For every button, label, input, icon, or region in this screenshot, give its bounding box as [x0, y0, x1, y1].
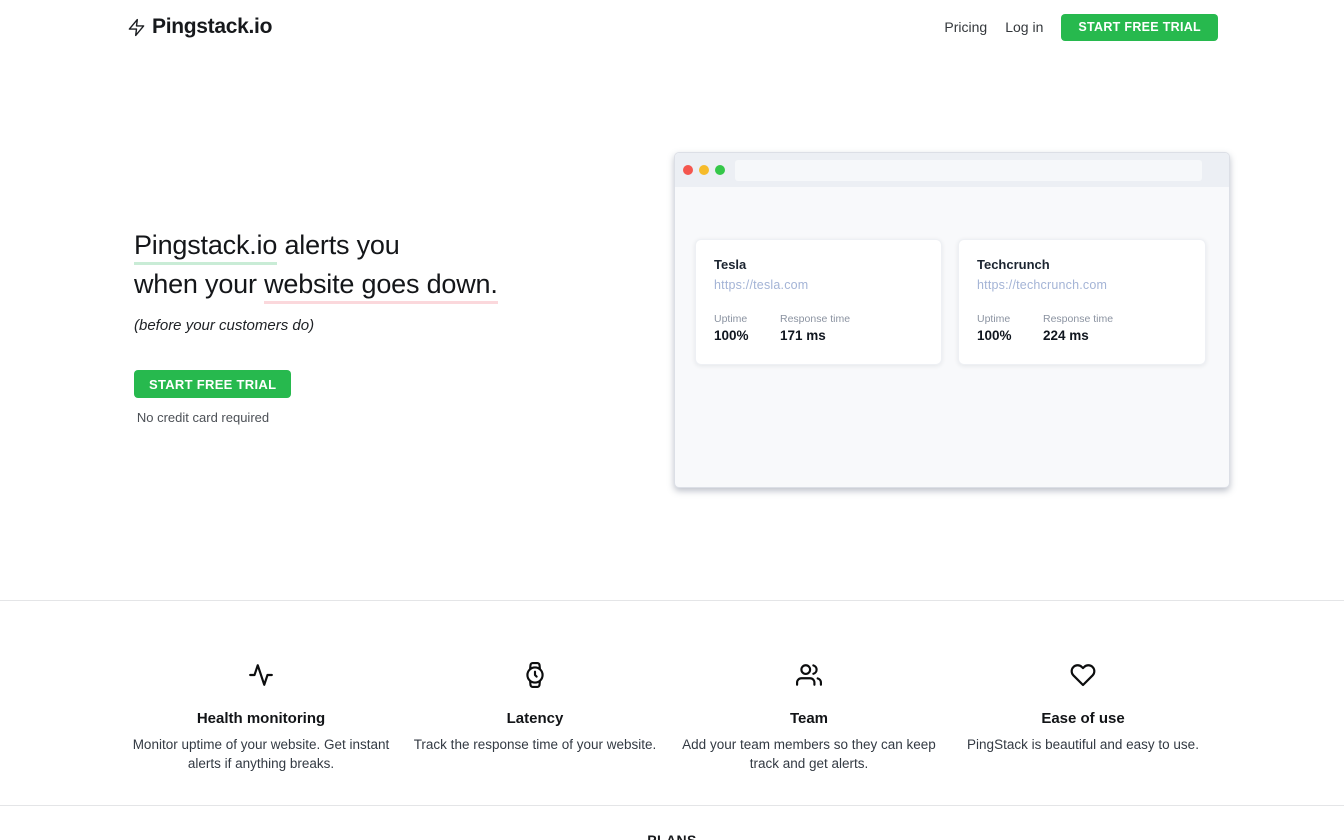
- feature-latency: Latency Track the response time of your …: [398, 601, 672, 773]
- hero-copy: Pingstack.io alerts you when your website…: [134, 226, 498, 425]
- feature-team: Team Add your team members so they can k…: [672, 601, 946, 773]
- features-section: Health monitoring Monitor uptime of your…: [0, 600, 1344, 805]
- start-free-trial-button-hero[interactable]: START FREE TRIAL: [134, 370, 291, 398]
- site-url: https://techcrunch.com: [977, 278, 1187, 292]
- hero-title: Pingstack.io alerts you when your website…: [134, 226, 498, 304]
- main-nav: Pricing Log in START FREE TRIAL: [944, 14, 1218, 41]
- response-time-label: Response time: [1043, 313, 1113, 325]
- plans-section-label: PLANS: [0, 806, 1344, 840]
- site-url: https://tesla.com: [714, 278, 923, 292]
- nav-link-pricing[interactable]: Pricing: [944, 19, 987, 35]
- site-name: Tesla: [714, 257, 923, 272]
- feature-description: Monitor uptime of your website. Get inst…: [132, 735, 390, 773]
- response-time-stat: Response time 224 ms: [1043, 313, 1113, 343]
- browser-chrome: [675, 153, 1229, 187]
- feature-title: Team: [672, 710, 946, 727]
- address-bar: [735, 160, 1202, 181]
- response-time-label: Response time: [780, 313, 850, 325]
- feature-description: Track the response time of your website.: [406, 735, 664, 754]
- header: Pingstack.io Pricing Log in START FREE T…: [0, 0, 1344, 54]
- uptime-stat: Uptime 100%: [714, 313, 780, 343]
- uptime-stat: Uptime 100%: [977, 313, 1043, 343]
- close-window-dot-icon: [683, 165, 693, 175]
- feature-health-monitoring: Health monitoring Monitor uptime of your…: [124, 601, 398, 773]
- zap-icon: [127, 17, 146, 38]
- uptime-label: Uptime: [977, 313, 1043, 325]
- feature-title: Latency: [398, 710, 672, 727]
- minimize-window-dot-icon: [699, 165, 709, 175]
- monitor-card-techcrunch: Techcrunch https://techcrunch.com Uptime…: [958, 239, 1206, 365]
- hero-section: Pingstack.io alerts you when your website…: [0, 54, 1344, 600]
- brand-name: Pingstack.io: [152, 15, 272, 39]
- hero-title-rest-1: alerts you: [277, 230, 399, 260]
- site-name: Techcrunch: [977, 257, 1187, 272]
- feature-description: Add your team members so they can keep t…: [680, 735, 938, 773]
- nav-link-login[interactable]: Log in: [1005, 19, 1043, 35]
- response-time-value: 224 ms: [1043, 328, 1113, 343]
- feature-title: Ease of use: [946, 710, 1220, 727]
- feature-ease-of-use: Ease of use PingStack is beautiful and e…: [946, 601, 1220, 773]
- plans-section: PLANS: [0, 805, 1344, 840]
- features-grid: Health monitoring Monitor uptime of your…: [124, 601, 1220, 773]
- hero-subtext: (before your customers do): [134, 317, 498, 334]
- no-credit-card-note: No credit card required: [134, 410, 272, 425]
- activity-icon: [248, 675, 274, 692]
- response-time-value: 171 ms: [780, 328, 850, 343]
- monitor-cards: Tesla https://tesla.com Uptime 100% Resp…: [695, 239, 1206, 365]
- uptime-value: 100%: [977, 328, 1043, 343]
- uptime-value: 100%: [714, 328, 780, 343]
- hero-title-highlight-pink: website goes down.: [264, 269, 498, 304]
- monitor-card-tesla: Tesla https://tesla.com Uptime 100% Resp…: [695, 239, 942, 365]
- feature-description: PingStack is beautiful and easy to use.: [954, 735, 1212, 754]
- uptime-label: Uptime: [714, 313, 780, 325]
- window-controls: [683, 165, 725, 175]
- brand-logo[interactable]: Pingstack.io: [127, 15, 272, 39]
- start-free-trial-button-header[interactable]: START FREE TRIAL: [1061, 14, 1218, 41]
- maximize-window-dot-icon: [715, 165, 725, 175]
- feature-title: Health monitoring: [124, 710, 398, 727]
- browser-window-mockup: Tesla https://tesla.com Uptime 100% Resp…: [674, 152, 1230, 488]
- watch-icon: [522, 675, 548, 692]
- response-time-stat: Response time 171 ms: [780, 313, 850, 343]
- site-stats: Uptime 100% Response time 171 ms: [714, 313, 923, 343]
- heart-icon: [1070, 675, 1096, 692]
- hero-title-highlight-green: Pingstack.io: [134, 230, 277, 265]
- users-icon: [796, 675, 822, 692]
- site-stats: Uptime 100% Response time 224 ms: [977, 313, 1187, 343]
- hero-title-rest-2: when your: [134, 269, 264, 299]
